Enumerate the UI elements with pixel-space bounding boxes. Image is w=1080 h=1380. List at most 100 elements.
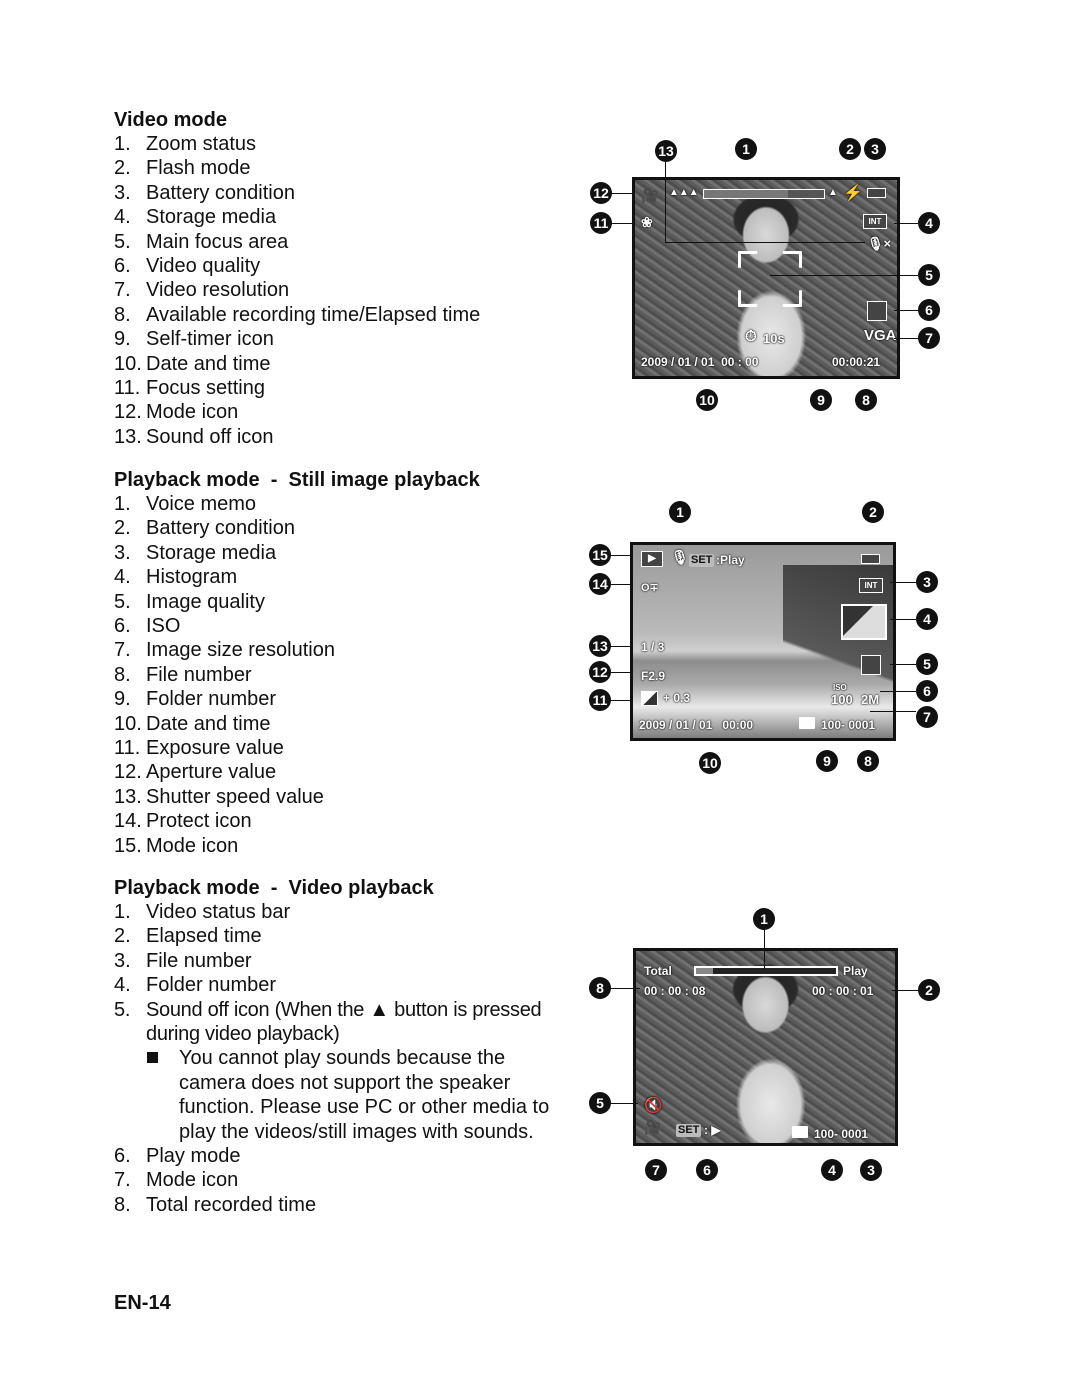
sound-off-icon: 🎙× (867, 236, 892, 251)
callout-7: 7 (645, 1159, 667, 1181)
flash-icon: ⚡ (843, 185, 863, 202)
list-item: 5. Sound off icon (When the ▲ button is p… (114, 998, 542, 1046)
total-recorded-time: 00 : 00 : 08 (644, 984, 706, 998)
callout-10: 10 (696, 389, 718, 411)
leader-line (665, 162, 666, 242)
callout-8: 8 (855, 389, 877, 411)
set-badge: SET (689, 554, 715, 567)
callout-4: 4 (916, 608, 938, 630)
callout-1: 1 (669, 501, 691, 523)
video-quality-icon (867, 301, 887, 321)
list-item: 1. Voice memo (114, 493, 257, 515)
list-item: 4. Folder number (114, 974, 277, 997)
list-item: 2. Flash mode (114, 157, 251, 180)
set-badge: SET (676, 1124, 702, 1137)
list-item: 1. Zoom status (114, 133, 257, 155)
callout-4: 4 (918, 212, 940, 234)
callout-13: 13 (589, 635, 611, 657)
note: You cannot play sounds because the camer… (114, 1046, 574, 1144)
zoom-bar (703, 189, 825, 199)
callout-5: 5 (589, 1092, 611, 1114)
leader-line (611, 193, 635, 194)
list-item: 10. Date and time (114, 352, 271, 375)
list-item: 11. Exposure value (114, 737, 284, 760)
list-item: 4. Storage media (114, 206, 277, 229)
section-video-playback: Playback mode - Video playback 1. Video s… (114, 876, 574, 1217)
list-item: 14. Protect icon (114, 810, 252, 833)
callout-6: 6 (918, 299, 940, 321)
callout-8: 8 (589, 977, 611, 999)
legend-list: 1. Voice memo 2. Battery condition 3. Stora… (114, 492, 480, 858)
exposure-icon (641, 691, 658, 706)
list-item: 3. Storage media (114, 541, 277, 564)
list-item: 11. Focus setting (114, 377, 265, 400)
callout-3: 3 (916, 571, 938, 593)
callout-6: 6 (916, 680, 938, 702)
elapsed-time: 00 : 00 : 01 (812, 984, 874, 998)
callout-5: 5 (918, 264, 940, 286)
leader-line (890, 582, 916, 583)
list-item: 13. Sound off icon (114, 425, 274, 448)
video-mode-icon: 🎥 (644, 1119, 662, 1135)
list-item: 5. Main focus area (114, 230, 289, 253)
file-number: 100- 0001 (814, 1127, 869, 1141)
callout-8: 8 (857, 750, 879, 772)
callout-5: 5 (916, 653, 938, 675)
storage-int-icon: INT (859, 578, 883, 593)
video-mode-icon: 🎥 (641, 187, 659, 203)
shutter-speed: 1 / 3 (641, 640, 665, 654)
callout-11: 11 (590, 212, 612, 234)
zoom-wide-icon: ▲▲▲ (669, 187, 699, 198)
leader-line (870, 711, 916, 712)
callout-9: 9 (810, 389, 832, 411)
section-title: Video mode (114, 109, 227, 131)
callout-2: 2 (862, 501, 884, 523)
file-number: 100- 0001 (821, 718, 876, 732)
list-item: 9. Self-timer icon (114, 328, 274, 351)
list-item: 8. Total recorded time (114, 1193, 317, 1216)
recording-time: 00:00:21 (832, 355, 881, 369)
list-item: 7. Mode icon (114, 1169, 239, 1192)
list-item: 6. Video quality (114, 255, 261, 278)
list-item: 12. Aperture value (114, 761, 277, 784)
video-status-bar (694, 966, 838, 976)
callout-11: 11 (589, 689, 611, 711)
date-time: 2009 / 01 / 01 00:00 (639, 718, 754, 732)
self-timer-icon: ⏱ (745, 328, 757, 345)
section-title: Playback mode - Video playback (114, 877, 434, 899)
battery-icon (867, 188, 886, 198)
list-item: 8. File number (114, 663, 252, 686)
video-resolution: VGA (864, 327, 897, 344)
list-item: 7. Image size resolution (114, 639, 335, 662)
callout-9: 9 (816, 750, 838, 772)
page-number: EN-14 (114, 1292, 171, 1314)
list-item: 5. Image quality (114, 590, 265, 613)
list-item: 2. Battery condition (114, 517, 295, 540)
leader-line (892, 990, 918, 991)
leader-line (610, 672, 632, 673)
callout-13: 13 (655, 140, 677, 162)
video-status-bar-fill (696, 968, 713, 974)
total-label: Total (644, 964, 672, 978)
list-item: 15. Mode icon (114, 834, 239, 857)
leader-line (890, 664, 916, 665)
callout-4: 4 (821, 1159, 843, 1181)
leader-line (610, 584, 632, 585)
list-item: 3. Battery condition (114, 181, 295, 204)
leader-line (894, 223, 918, 224)
section-title: Playback mode - Still image playback (114, 469, 480, 491)
callout-3: 3 (860, 1159, 882, 1181)
leader-line (610, 988, 640, 989)
still-playback-screen: ▶ 🎙 SET :Play O∓ INT 1 / 3 F2.9 ISO 100 … (630, 542, 896, 741)
video-playback-screen: Total Play 00 : 00 : 08 00 : 00 : 01 🔇 🎥… (633, 948, 898, 1146)
macro-focus-icon: ❀ (641, 214, 653, 230)
voice-memo-icon: 🎙 (671, 549, 689, 565)
zoom-bar-fill (704, 190, 788, 198)
self-timer-value: 10s (763, 331, 785, 346)
section-video-mode: Video mode 1. Zoom status 2. Flash mode 3.… (114, 108, 480, 449)
callout-10: 10 (699, 752, 721, 774)
legend-list: 1. Video status bar 2. Elapsed time 3. File… (114, 900, 574, 1046)
folder-icon (799, 717, 815, 729)
callout-2: 2 (918, 979, 940, 1001)
callout-1: 1 (753, 908, 775, 930)
